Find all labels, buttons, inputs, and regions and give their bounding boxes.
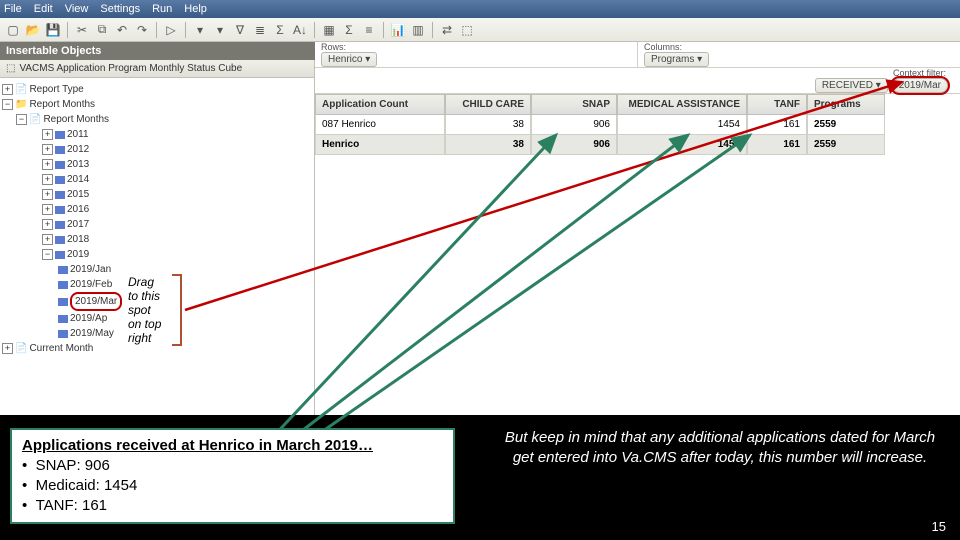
page-number: 15: [932, 519, 946, 534]
export-icon[interactable]: ⬚: [458, 21, 476, 39]
tree-year[interactable]: +2016: [2, 202, 312, 217]
header-medical[interactable]: MEDICAL ASSISTANCE: [617, 94, 747, 115]
calc-icon[interactable]: ≡: [360, 21, 378, 39]
context-chip-2019mar[interactable]: 2019/Mar: [892, 78, 948, 93]
menu-view[interactable]: View: [65, 3, 89, 15]
cell-value: 2559: [807, 135, 885, 155]
filter-icon[interactable]: ▾: [191, 21, 209, 39]
run-icon[interactable]: ▷: [162, 21, 180, 39]
columns-dropzone[interactable]: Columns: Programs ▾: [637, 42, 960, 67]
chart-icon[interactable]: 📊: [389, 21, 407, 39]
grid-header-row: Application Count CHILD CARE SNAP MEDICA…: [315, 94, 960, 115]
columns-chip-programs[interactable]: Programs ▾: [644, 52, 709, 67]
rows-label: Rows:: [315, 42, 637, 52]
insertable-objects-title: Insertable Objects: [0, 42, 315, 60]
summary-bullet: • SNAP: 906: [22, 456, 443, 476]
summary-title: Applications received at Henrico in Marc…: [22, 436, 443, 456]
tree-year[interactable]: +2013: [2, 157, 312, 172]
summary-bullet: • Medicaid: 1454: [22, 476, 443, 496]
menu-file[interactable]: File: [4, 3, 22, 15]
summary-box: Applications received at Henrico in Marc…: [10, 428, 455, 524]
cell-value: 38: [445, 115, 531, 135]
table-row[interactable]: 087 Henrico 38 906 1454 161 2559: [315, 115, 960, 135]
cell-label: 087 Henrico: [315, 115, 445, 135]
insertable-objects-pane: Insertable Objects ⬚ VACMS Application P…: [0, 42, 315, 415]
crosstab-grid: Application Count CHILD CARE SNAP MEDICA…: [315, 94, 960, 155]
cut-icon[interactable]: ✂: [73, 21, 91, 39]
table-row-total[interactable]: Henrico 38 906 1454 161 2559: [315, 135, 960, 155]
cell-value: 2559: [807, 115, 885, 135]
cell-value: 906: [531, 135, 617, 155]
tree-year[interactable]: +2018: [2, 232, 312, 247]
sum-icon[interactable]: Σ: [340, 21, 358, 39]
cube-icon: ⬚: [6, 63, 15, 74]
tree-year[interactable]: +2012: [2, 142, 312, 157]
copy-icon[interactable]: ⧉: [93, 21, 111, 39]
cell-value: 906: [531, 115, 617, 135]
undo-icon[interactable]: ↶: [113, 21, 131, 39]
header-programs[interactable]: Programs: [807, 94, 885, 115]
tree-year[interactable]: +2014: [2, 172, 312, 187]
cell-value: 1454: [617, 135, 747, 155]
data-source-label: VACMS Application Program Monthly Status…: [19, 63, 242, 74]
sort-icon[interactable]: ▾: [211, 21, 229, 39]
sigma-icon[interactable]: Σ: [271, 21, 289, 39]
funnel-icon[interactable]: ∇: [231, 21, 249, 39]
open-icon[interactable]: 📂: [24, 21, 42, 39]
context-filter-zone[interactable]: Context filter: RECEIVED ▾ 2019/Mar: [315, 68, 960, 94]
rows-dropzone[interactable]: Rows: Henrico ▾: [315, 42, 637, 67]
cell-value: 161: [747, 135, 807, 155]
application-window: File Edit View Settings Run Help ▢ 📂 💾 ✂…: [0, 0, 960, 415]
rows-chip-henrico[interactable]: Henrico ▾: [321, 52, 377, 67]
tree-report-months[interactable]: −📁Report Months: [2, 97, 312, 112]
data-source-header[interactable]: ⬚ VACMS Application Program Monthly Stat…: [0, 60, 314, 78]
grid-icon[interactable]: ▦: [320, 21, 338, 39]
redo-icon[interactable]: ↷: [133, 21, 151, 39]
context-filter-label: Context filter:: [815, 68, 952, 78]
summary-bullet: • TANF: 161: [22, 496, 443, 516]
note-text: But keep in mind that any additional app…: [500, 428, 940, 468]
display-icon[interactable]: ▥: [409, 21, 427, 39]
swap-icon[interactable]: ⇄: [438, 21, 456, 39]
group-icon[interactable]: ≣: [251, 21, 269, 39]
cell-value: 161: [747, 115, 807, 135]
header-appcount[interactable]: Application Count: [315, 94, 445, 115]
tree-year[interactable]: +2017: [2, 217, 312, 232]
cell-value: 38: [445, 135, 531, 155]
header-tanf[interactable]: TANF: [747, 94, 807, 115]
drag-hint-text: Drag to this spot on top right: [128, 275, 161, 345]
toolbar: ▢ 📂 💾 ✂ ⧉ ↶ ↷ ▷ ▾ ▾ ∇ ≣ Σ A↓ ▦ Σ ≡ 📊 ▥ ⇄…: [0, 18, 960, 42]
tree-year-2019[interactable]: −2019: [2, 247, 312, 262]
cell-label: Henrico: [315, 135, 445, 155]
az-sort-icon[interactable]: A↓: [291, 21, 309, 39]
menu-edit[interactable]: Edit: [34, 3, 53, 15]
crosstab-pane: Rows: Henrico ▾ Columns: Programs ▾ Cont…: [315, 42, 960, 415]
save-icon[interactable]: 💾: [44, 21, 62, 39]
tree-year[interactable]: +2015: [2, 187, 312, 202]
context-chip-received[interactable]: RECEIVED ▾: [815, 78, 888, 93]
menubar: File Edit View Settings Run Help: [0, 0, 960, 18]
menu-help[interactable]: Help: [184, 3, 207, 15]
new-icon[interactable]: ▢: [4, 21, 22, 39]
menu-settings[interactable]: Settings: [100, 3, 140, 15]
menu-run[interactable]: Run: [152, 3, 172, 15]
tree-report-type[interactable]: +📄Report Type: [2, 82, 312, 97]
columns-label: Columns:: [638, 42, 960, 52]
tree-report-months-nested[interactable]: −📄Report Months: [2, 112, 312, 127]
tree-year[interactable]: +2011: [2, 127, 312, 142]
cell-value: 1454: [617, 115, 747, 135]
bracket-icon: [172, 274, 182, 346]
header-childcare[interactable]: CHILD CARE: [445, 94, 531, 115]
header-snap[interactable]: SNAP: [531, 94, 617, 115]
